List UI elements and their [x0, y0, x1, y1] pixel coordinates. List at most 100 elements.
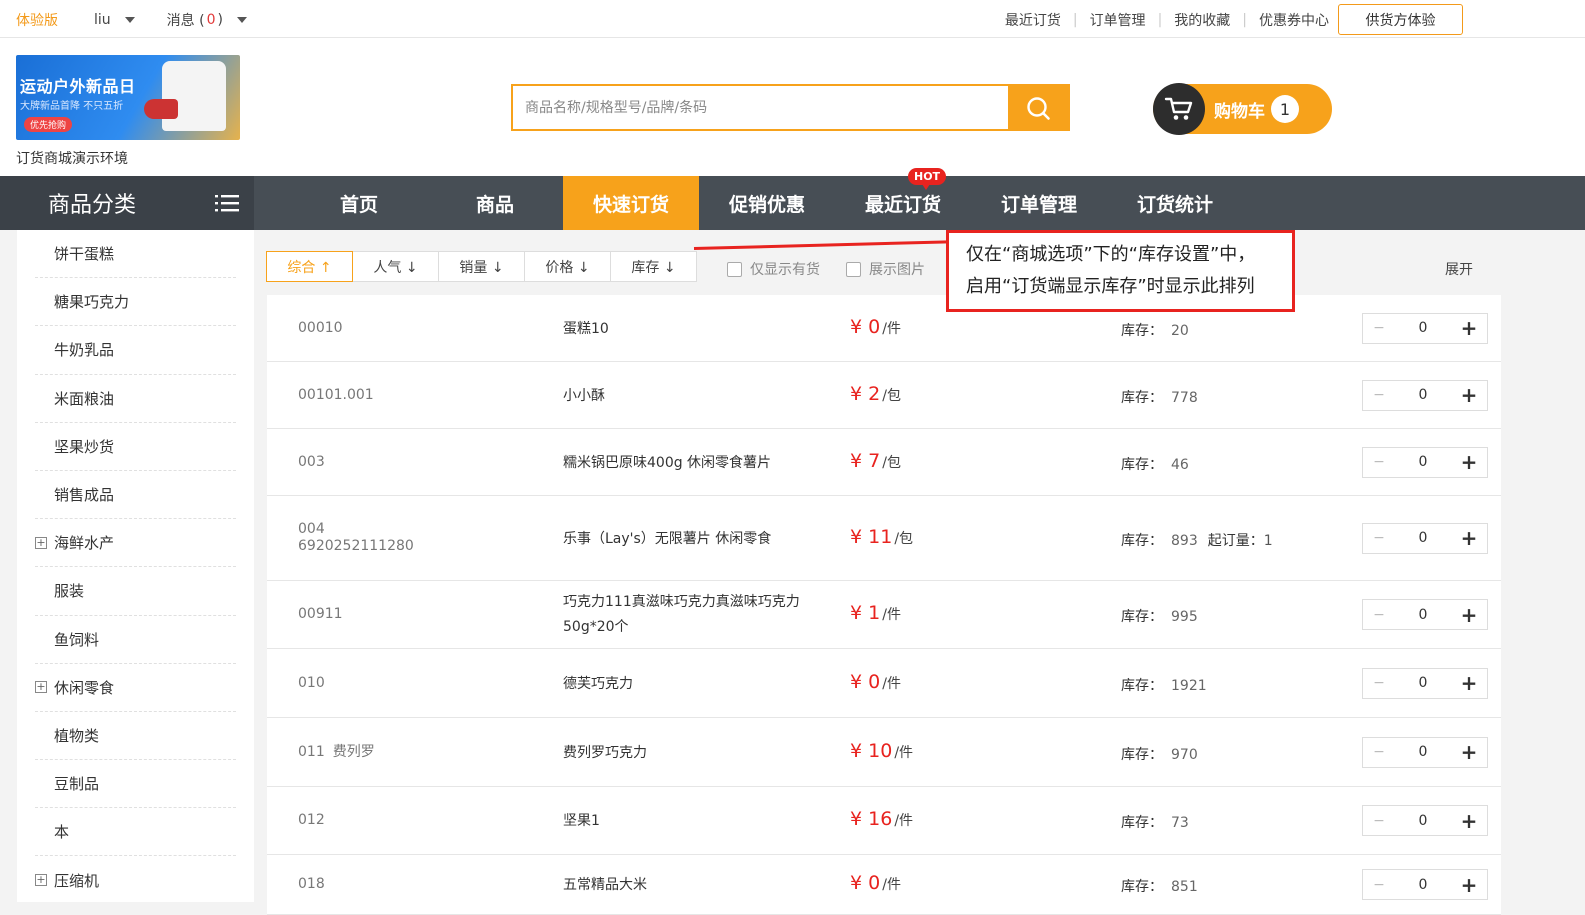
- decrease-button[interactable]: −: [1363, 530, 1395, 546]
- category-menu-header[interactable]: 商品分类: [0, 176, 254, 230]
- price-value: 1: [868, 602, 881, 624]
- show-images-checkbox[interactable]: [846, 261, 861, 277]
- sidebar-category-item[interactable]: 服装: [35, 567, 236, 616]
- sidebar-category-item[interactable]: + 压缩机: [35, 856, 236, 902]
- nav-home[interactable]: 首页: [291, 176, 427, 230]
- messages-label-close: ): [217, 12, 223, 28]
- top-link-coupons[interactable]: 优惠券中心: [1259, 10, 1329, 30]
- product-name[interactable]: 德芙巧克力: [563, 672, 823, 697]
- increase-button[interactable]: +: [1451, 316, 1487, 340]
- nav-products[interactable]: 商品: [427, 176, 563, 230]
- nav-quick-order[interactable]: 快速订货: [563, 176, 699, 230]
- quantity-input[interactable]: 0: [1395, 387, 1451, 403]
- sort-sales[interactable]: 销量 ↓: [438, 251, 525, 282]
- decrease-button[interactable]: −: [1363, 320, 1395, 336]
- increase-button[interactable]: +: [1451, 603, 1487, 627]
- decrease-button[interactable]: −: [1363, 813, 1395, 829]
- quantity-input[interactable]: 0: [1395, 607, 1451, 623]
- quantity-input[interactable]: 0: [1395, 530, 1451, 546]
- stock-value: 46: [1171, 456, 1189, 473]
- decrease-button[interactable]: −: [1363, 675, 1395, 691]
- product-name[interactable]: 五常精品大米: [563, 873, 823, 898]
- product-row: 00010 蛋糕10 ¥ 0/件 库存： 20−0 +: [267, 295, 1501, 362]
- top-link-recent-orders[interactable]: 最近订货: [1005, 10, 1061, 30]
- currency-symbol: ¥: [850, 670, 863, 693]
- search-input[interactable]: [513, 86, 1008, 129]
- decrease-button[interactable]: −: [1363, 454, 1395, 470]
- shop-logo-banner[interactable]: 运动户外新品日 大牌新品首降 不只五折 优先抢购: [16, 55, 240, 140]
- quantity-input[interactable]: 0: [1395, 454, 1451, 470]
- increase-button[interactable]: +: [1451, 809, 1487, 833]
- sidebar-category-item[interactable]: 糖果巧克力: [35, 278, 236, 327]
- stock-value: 995: [1171, 609, 1198, 625]
- product-name[interactable]: 糯米锅巴原味400g 休闲零食薯片: [563, 451, 823, 476]
- sidebar-category-item[interactable]: 植物类: [35, 712, 236, 761]
- product-name[interactable]: 巧克力111真滋味巧克力真滋味巧克力50g*20个: [563, 590, 823, 640]
- increase-button[interactable]: +: [1451, 450, 1487, 474]
- sort-default[interactable]: 综合 ↑: [266, 251, 353, 282]
- sidebar-category-item[interactable]: 豆制品: [35, 760, 236, 809]
- supplier-experience-button[interactable]: 供货方体验: [1338, 4, 1463, 35]
- cart-button[interactable]: 购物车 1: [1153, 83, 1332, 135]
- sort-price[interactable]: 价格 ↓: [524, 251, 611, 282]
- sidebar-category-item[interactable]: 米面粮油: [35, 375, 236, 423]
- trial-label[interactable]: 体验版: [16, 10, 58, 30]
- sidebar-category-item[interactable]: 坚果炒货: [35, 423, 236, 471]
- product-name[interactable]: 蛋糕10: [563, 317, 823, 342]
- user-menu[interactable]: liu: [94, 12, 135, 28]
- stock-label: 库存：: [1121, 322, 1163, 339]
- increase-button[interactable]: +: [1451, 526, 1487, 550]
- sort-stock[interactable]: 库存 ↓: [610, 251, 697, 282]
- top-link-order-management[interactable]: 订单管理: [1090, 10, 1146, 30]
- top-link-favorites[interactable]: 我的收藏: [1174, 10, 1230, 30]
- increase-button[interactable]: +: [1451, 671, 1487, 695]
- decrease-button[interactable]: −: [1363, 877, 1395, 893]
- product-price: ¥ 0/件: [850, 316, 901, 338]
- quantity-input[interactable]: 0: [1395, 813, 1451, 829]
- nav-promotions[interactable]: 促销优惠: [699, 176, 835, 230]
- product-name[interactable]: 费列罗巧克力: [563, 741, 823, 766]
- decrease-button[interactable]: −: [1363, 387, 1395, 403]
- product-name[interactable]: 坚果1: [563, 809, 823, 834]
- sidebar-category-item[interactable]: + 海鲜水产: [35, 519, 236, 568]
- sidebar-category-item[interactable]: 销售成品: [35, 471, 236, 520]
- price-unit: /件: [882, 877, 901, 893]
- sidebar-category-item[interactable]: 牛奶乳品: [35, 326, 236, 375]
- sort-bar: 综合 ↑ 人气 ↓ 销量 ↓ 价格 ↓ 库存 ↓: [266, 251, 697, 282]
- expand-link[interactable]: 展开: [1445, 259, 1473, 279]
- increase-button[interactable]: +: [1451, 383, 1487, 407]
- stock-label: 库存：: [1121, 815, 1163, 831]
- quantity-input[interactable]: 0: [1395, 320, 1451, 336]
- in-stock-checkbox[interactable]: [727, 261, 742, 277]
- quantity-input[interactable]: 0: [1395, 744, 1451, 760]
- messages-menu[interactable]: 消息 ( 0 ): [167, 10, 247, 30]
- nav-recent-orders-label: 最近订货: [864, 193, 941, 216]
- product-barcode: 6920252111280: [298, 537, 414, 554]
- sidebar-category-item[interactable]: + 休闲零食: [35, 664, 236, 712]
- quantity-input[interactable]: 0: [1395, 675, 1451, 691]
- expand-plus-icon[interactable]: +: [35, 681, 47, 694]
- nav-order-management[interactable]: 订单管理: [971, 176, 1107, 230]
- increase-button[interactable]: +: [1451, 740, 1487, 764]
- product-code-value: 00010: [298, 319, 343, 336]
- sidebar-category-item[interactable]: 本: [35, 808, 236, 857]
- banner-title: 运动户外新品日: [20, 77, 136, 96]
- search-button[interactable]: [1008, 86, 1068, 129]
- product-name[interactable]: 乐事（Lay's）无限薯片 休闲零食: [563, 527, 823, 552]
- increase-button[interactable]: +: [1451, 873, 1487, 897]
- decrease-button[interactable]: −: [1363, 744, 1395, 760]
- quantity-input[interactable]: 0: [1395, 877, 1451, 893]
- decrease-button[interactable]: −: [1363, 607, 1395, 623]
- expand-plus-icon[interactable]: +: [35, 874, 47, 887]
- sort-popularity[interactable]: 人气 ↓: [352, 251, 439, 282]
- product-price: ¥ 0/件: [850, 872, 901, 894]
- nav-order-statistics[interactable]: 订货统计: [1107, 176, 1243, 230]
- product-code: 003: [298, 454, 325, 471]
- sidebar-category-item[interactable]: 饼干蛋糕: [35, 230, 236, 279]
- expand-plus-icon[interactable]: +: [35, 536, 47, 549]
- category-title: 商品分类: [48, 193, 137, 218]
- product-name[interactable]: 小小酥: [563, 384, 823, 409]
- quantity-stepper: −0 +: [1362, 869, 1488, 900]
- sidebar-category-item[interactable]: 鱼饲料: [35, 616, 236, 664]
- nav-recent-orders[interactable]: 最近订货 HOT: [835, 168, 971, 230]
